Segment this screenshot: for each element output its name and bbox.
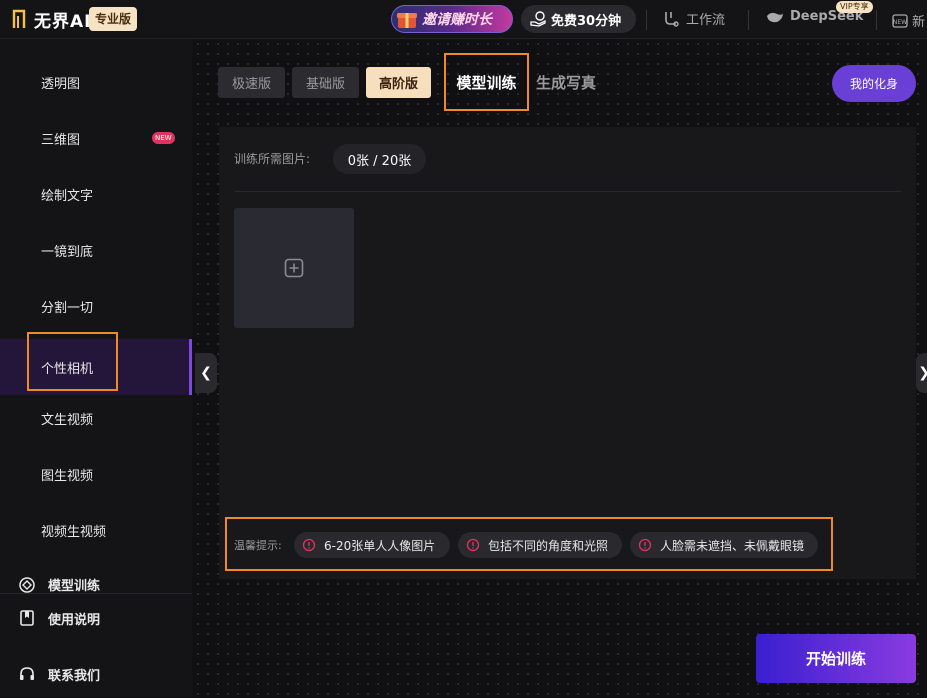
workflow-label: 工作流 <box>686 13 726 28</box>
panel-divider <box>234 191 901 192</box>
logo-mark-icon <box>12 9 26 28</box>
new-badge: NEW <box>152 132 175 144</box>
sidebar-item-label: 绘制文字 <box>41 188 94 204</box>
gift-icon <box>397 13 417 28</box>
tip-chip: 包括不同的角度和光照 <box>458 532 622 558</box>
my-avatar-button[interactable]: 我的化身 <box>832 65 916 102</box>
tab-generate-portrait[interactable]: 生成写真 <box>536 72 596 93</box>
workflow-icon <box>665 11 679 27</box>
sidebar-item-label: 使用说明 <box>48 612 101 628</box>
invite-earn-time-button[interactable]: 邀请赚时长 <box>391 5 513 33</box>
upload-image-tile[interactable] <box>234 208 354 328</box>
tab-fast-version[interactable]: 极速版 <box>218 67 285 98</box>
sidebar-item-label: 模型训练 <box>48 579 101 594</box>
chevron-right-icon: ❯ <box>918 365 927 381</box>
logo-text: 无界AI <box>34 11 92 32</box>
tips-label: 温馨提示: <box>234 539 282 552</box>
info-icon <box>302 538 316 552</box>
sidebar-item-video-to-video[interactable]: 视频生视频 <box>0 502 192 558</box>
add-icon <box>284 258 304 278</box>
tab-model-training[interactable]: 模型训练 <box>444 53 529 111</box>
logo[interactable]: 无界AI <box>12 6 91 32</box>
book-icon <box>20 610 34 626</box>
sidebar-item-contact-us[interactable]: 联系我们 <box>0 650 192 698</box>
training-panel <box>219 127 916 579</box>
collapse-sidebar-button[interactable]: ❮ <box>195 353 217 393</box>
chevron-left-icon: ❮ <box>200 365 212 381</box>
divider <box>876 10 877 30</box>
sidebar-item-label: 一镜到底 <box>41 244 94 260</box>
tab-advanced-version[interactable]: 高阶版 <box>366 67 431 98</box>
sidebar-item-text-to-video[interactable]: 文生视频 <box>0 390 192 446</box>
tip-text: 人脸需未遮挡、未佩戴眼镜 <box>660 538 805 553</box>
new-feature-link[interactable]: NEW 新 <box>892 11 925 30</box>
hand-coin-icon <box>530 11 546 27</box>
sidebar-item-model-training[interactable]: 模型训练 <box>0 562 192 594</box>
invite-label: 邀请赚时长 <box>422 12 492 28</box>
sidebar-item-draw-text[interactable]: 绘制文字 <box>0 166 192 222</box>
sidebar-item-instructions[interactable]: 使用说明 <box>0 594 192 642</box>
sidebar-item-label: 图生视频 <box>41 468 94 484</box>
free-label: 免费30分钟 <box>551 13 622 29</box>
model-train-icon <box>19 577 35 593</box>
divider <box>748 10 749 30</box>
tip-text: 6-20张单人人像图片 <box>324 538 436 553</box>
workflow-link[interactable]: 工作流 <box>662 9 725 28</box>
svg-text:NEW: NEW <box>893 19 907 26</box>
new-icon: NEW <box>892 13 908 28</box>
tip-chip: 6-20张单人人像图片 <box>294 532 450 558</box>
vip-tag: VIP专享 <box>836 1 873 13</box>
whale-icon <box>767 12 783 22</box>
sidebar-item-segment-anything[interactable]: 分割一切 <box>0 278 192 334</box>
tip-text: 包括不同的角度和光照 <box>488 538 609 553</box>
tab-basic-version[interactable]: 基础版 <box>292 67 359 98</box>
sidebar-item-label: 分割一切 <box>41 300 94 316</box>
new-label: 新 <box>912 15 926 30</box>
sidebar-item-label: 文生视频 <box>41 412 94 428</box>
info-icon <box>466 538 480 552</box>
pro-edition-badge: 专业版 <box>89 7 138 31</box>
start-training-button[interactable]: 开始训练 <box>756 634 916 683</box>
top-bar: 无界AI 专业版 邀请赚时长 免费30分钟 工作流 DeepSeek VIP专享 <box>0 0 927 39</box>
sidebar-item-one-take[interactable]: 一镜到底 <box>0 222 192 278</box>
highlight-box-sidebar <box>27 332 118 391</box>
sidebar-item-label: 三维图 <box>41 132 81 148</box>
required-images-label: 训练所需图片: <box>234 152 311 166</box>
sidebar-item-3d-image[interactable]: 三维图 NEW <box>0 110 192 166</box>
sidebar-item-label: 联系我们 <box>48 668 101 684</box>
sidebar-item-image-to-video[interactable]: 图生视频 <box>0 446 192 502</box>
sidebar-item-label: 透明图 <box>41 76 81 92</box>
headset-icon <box>20 667 34 680</box>
required-images-count: 0张 / 20张 <box>333 144 426 174</box>
info-icon <box>638 538 652 552</box>
free-30min-button[interactable]: 免费30分钟 <box>521 5 636 33</box>
expand-right-panel-button[interactable]: ❯ <box>916 353 927 393</box>
sidebar-item-label: 视频生视频 <box>41 524 107 540</box>
divider <box>646 10 647 30</box>
sidebar-item-transparent-image[interactable]: 透明图 <box>0 54 192 110</box>
tip-chip: 人脸需未遮挡、未佩戴眼镜 <box>630 532 818 558</box>
